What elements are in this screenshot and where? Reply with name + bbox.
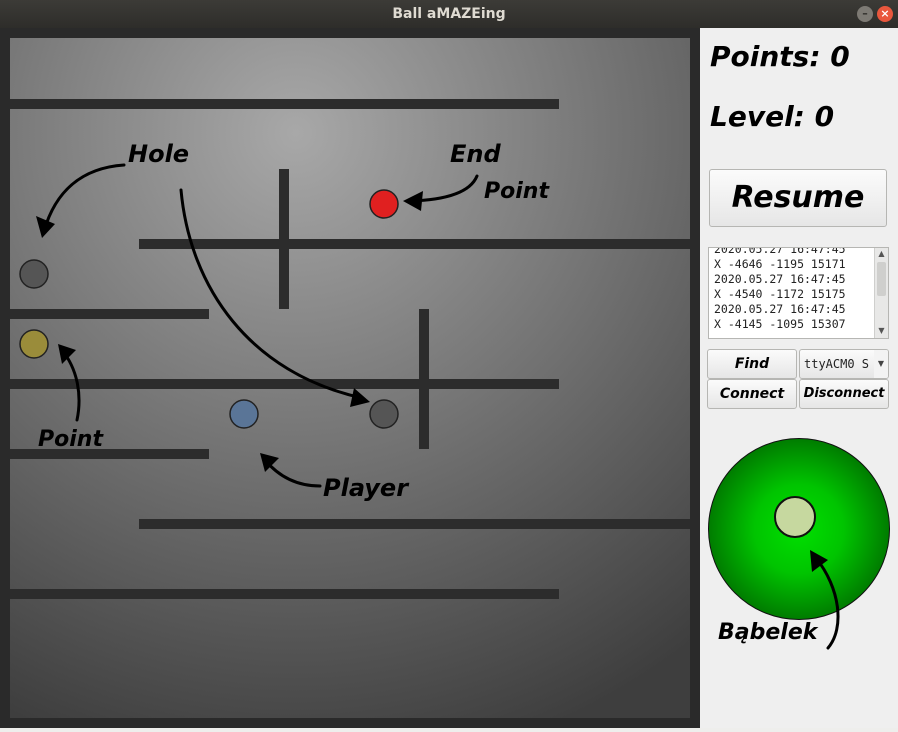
window-title: Ball aMAZEing <box>392 6 506 22</box>
tilt-indicator <box>708 438 890 620</box>
side-panel: Points: 0 Level: 0 Resume 2020.05.27 16:… <box>700 28 898 728</box>
hole <box>19 259 49 289</box>
maze-wall <box>10 379 559 389</box>
maze-wall <box>279 169 289 309</box>
hole <box>369 399 399 429</box>
maze-canvas: Hole End Point Point Player <box>0 28 700 728</box>
maze-floor <box>10 38 690 718</box>
serial-log-text: 2020.05.27 16:47:45 X -4646 -1195 15171 20… <box>714 247 879 332</box>
serial-log[interactable]: 2020.05.27 16:47:45 X -4646 -1195 15171 20… <box>708 247 889 339</box>
log-line: X -4540 -1172 15175 <box>714 287 846 301</box>
log-line: 2020.05.27 16:47:45 <box>714 247 846 256</box>
up-arrow-icon[interactable]: ▲ <box>875 248 888 260</box>
maze-wall <box>10 589 559 599</box>
log-line: X -4646 -1195 15171 <box>714 257 846 271</box>
log-line: 2020.05.27 16:47:45 <box>714 272 846 286</box>
title-bar: Ball aMAZEing – × <box>0 0 898 28</box>
down-arrow-icon[interactable]: ▼ <box>875 325 888 337</box>
maze-wall <box>10 99 559 109</box>
bubble-label: Bąbelek <box>718 620 818 645</box>
level-counter: Level: 0 <box>710 100 835 133</box>
maze-wall <box>10 309 209 319</box>
end-point-label: Point <box>484 179 550 204</box>
connect-button[interactable]: Connect <box>707 379 797 409</box>
points-counter: Points: 0 <box>710 40 850 73</box>
point-label: Point <box>38 427 104 452</box>
maze-wall <box>139 239 690 249</box>
player-label: Player <box>323 474 410 502</box>
player-ball <box>229 399 259 429</box>
find-button[interactable]: Find <box>707 349 797 379</box>
port-select[interactable]: ttyACM0 S ▼ <box>799 349 889 379</box>
maze-board: Hole End Point Point Player <box>0 28 700 728</box>
port-select-value: ttyACM0 S <box>804 357 870 371</box>
log-line: X -4145 -1095 15307 <box>714 317 846 331</box>
chevron-down-icon: ▼ <box>874 350 888 378</box>
close-button[interactable]: × <box>877 6 893 22</box>
scroll-thumb[interactable] <box>877 262 886 296</box>
log-scrollbar[interactable]: ▲ ▼ <box>874 248 888 338</box>
disconnect-button[interactable]: Disconnect <box>799 379 889 409</box>
point-ball <box>19 329 49 359</box>
minimize-button[interactable]: – <box>857 6 873 22</box>
maze-wall <box>139 519 690 529</box>
tilt-bubble <box>774 496 816 538</box>
end-point-label: End <box>450 140 501 168</box>
hole-label: Hole <box>128 140 189 168</box>
log-line: 2020.05.27 16:47:45 <box>714 302 846 316</box>
resume-button[interactable]: Resume <box>709 169 887 227</box>
end-point-ball <box>369 189 399 219</box>
